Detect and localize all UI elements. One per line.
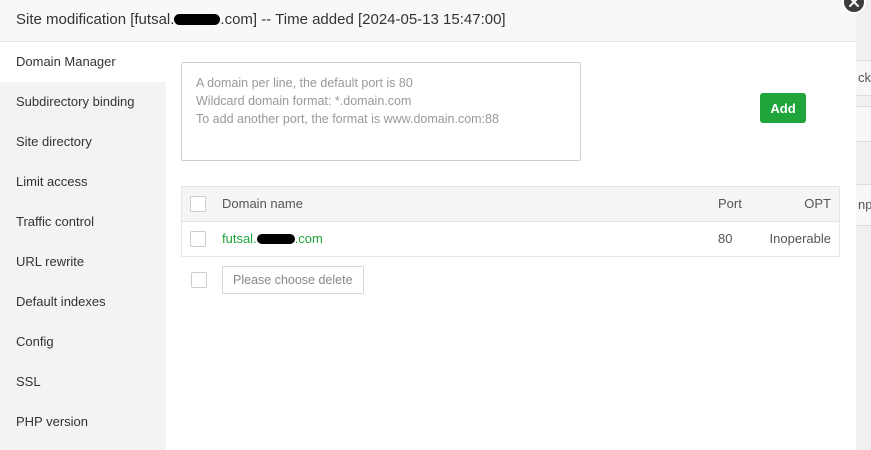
select-all-checkbox[interactable] xyxy=(190,196,206,212)
domain-port: 80 xyxy=(718,231,733,246)
sidebar-item-site-directory[interactable]: Site directory xyxy=(0,122,166,162)
title-prefix: Site modification [futsal. xyxy=(16,11,175,28)
site-modification-dialog: Site modification [futsal. .com] -- Time … xyxy=(0,0,866,450)
column-header-domain-name: Domain name xyxy=(222,196,303,211)
placeholder-line: A domain per line, the default port is 8… xyxy=(196,76,413,90)
dialog-title: Site modification [futsal. .com] -- Time … xyxy=(16,11,506,28)
sidebar-item-traffic-control[interactable]: Traffic control xyxy=(0,202,166,242)
batch-select-checkbox[interactable] xyxy=(191,272,207,288)
sidebar-item-subdirectory-binding[interactable]: Subdirectory binding xyxy=(0,82,166,122)
close-icon xyxy=(849,0,859,7)
table-row: futsal. .com 80 Inoperable xyxy=(182,222,839,256)
domain-suffix: .com xyxy=(294,231,323,246)
domain-operation-status: Inoperable xyxy=(769,231,831,246)
domain-name-link[interactable]: futsal. .com xyxy=(222,222,323,256)
domain-table: Domain name Port OPT futsal. .com 80 Inop… xyxy=(181,186,840,257)
sidebar-item-default-indexes[interactable]: Default indexes xyxy=(0,282,166,322)
sidebar-item-php-version[interactable]: PHP version xyxy=(0,402,166,442)
background-row xyxy=(856,106,871,142)
background-text-fragment: ck xyxy=(858,70,871,85)
sidebar-item-ssl[interactable]: SSL xyxy=(0,362,166,402)
background-text-fragment: np xyxy=(858,197,871,212)
sidebar-item-limit-access[interactable]: Limit access xyxy=(0,162,166,202)
dialog-title-bar: Site modification [futsal. .com] -- Time … xyxy=(0,0,856,42)
redaction-mark xyxy=(174,13,221,25)
background-page: ck np xyxy=(856,0,871,450)
sidebar-item-url-rewrite[interactable]: URL rewrite xyxy=(0,242,166,282)
add-domain-button[interactable]: Add xyxy=(760,93,806,123)
title-suffix: .com] -- Time added [2024-05-13 15:47:00… xyxy=(220,11,506,28)
domain-manager-panel: A domain per line, the default port is 8… xyxy=(166,42,856,450)
column-header-port: Port xyxy=(718,196,742,211)
sidebar-item-config[interactable]: Config xyxy=(0,322,166,362)
redaction-mark xyxy=(256,233,295,244)
row-checkbox[interactable] xyxy=(190,231,206,247)
background-row: np xyxy=(856,184,871,226)
column-header-opt: OPT xyxy=(804,196,831,211)
background-row: ck xyxy=(856,60,871,96)
domain-input[interactable]: A domain per line, the default port is 8… xyxy=(181,62,581,161)
settings-sidebar: Domain Manager Subdirectory binding Site… xyxy=(0,42,166,450)
placeholder-line: To add another port, the format is www.d… xyxy=(196,112,499,126)
batch-delete-button[interactable]: Please choose delete xyxy=(222,266,364,294)
sidebar-item-domain-manager[interactable]: Domain Manager xyxy=(0,42,166,82)
table-header-row: Domain name Port OPT xyxy=(182,187,839,222)
domain-prefix: futsal. xyxy=(222,231,257,246)
placeholder-line: Wildcard domain format: *.domain.com xyxy=(196,94,412,108)
